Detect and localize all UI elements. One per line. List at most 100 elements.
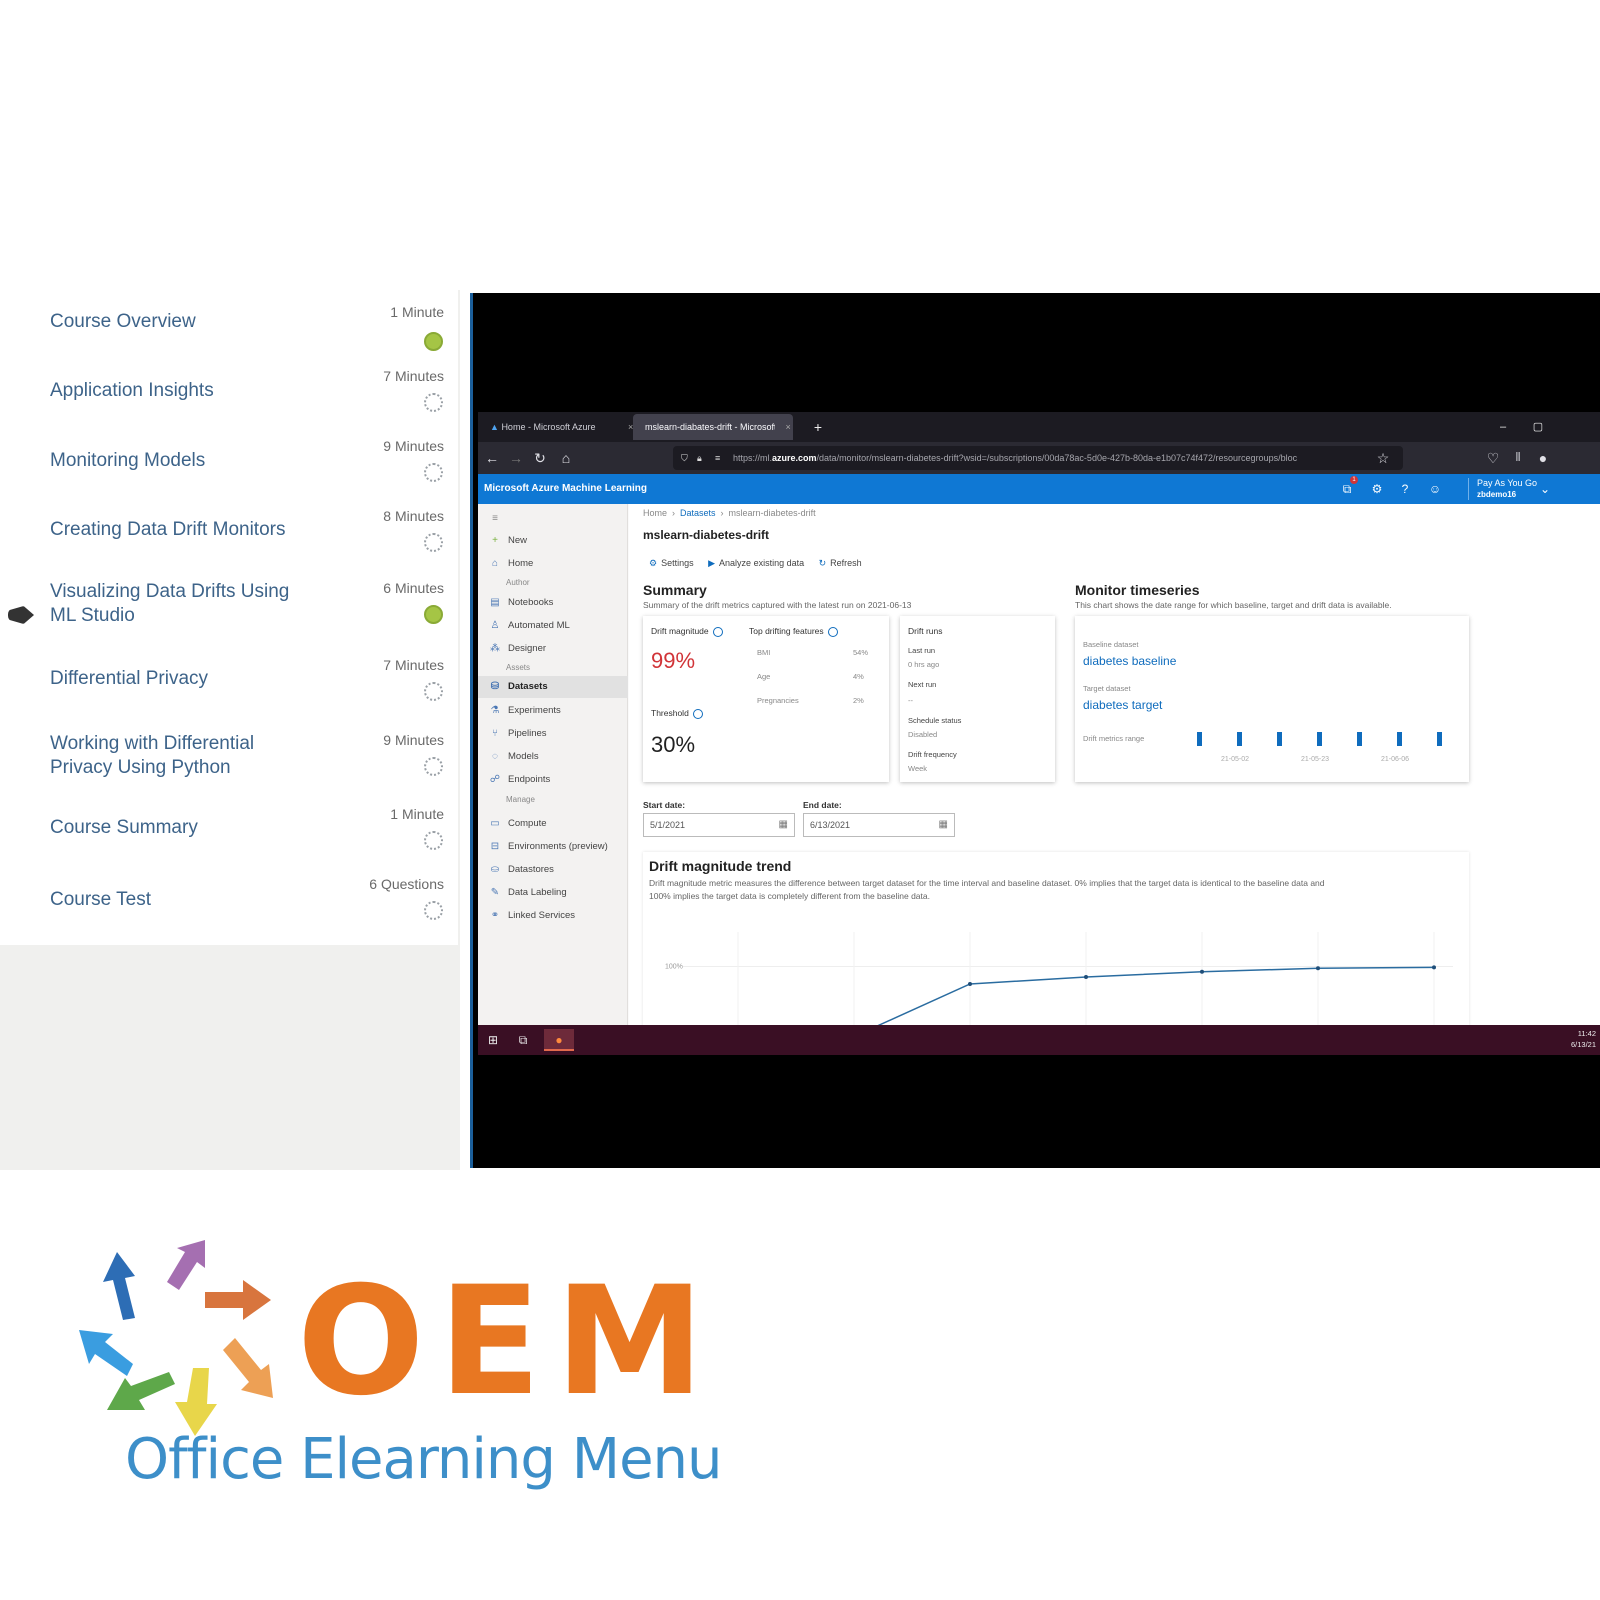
- baseline-dataset-label: Baseline dataset: [1083, 640, 1139, 649]
- pocket-icon[interactable]: ♡: [1483, 448, 1503, 468]
- start-date-label: Start date:: [643, 800, 686, 810]
- sidebar-item-new[interactable]: + New: [478, 530, 628, 552]
- system-clock[interactable]: 11:42 6/13/21: [1571, 1028, 1596, 1050]
- sidebar-item-environments[interactable]: ⊟ Environments (preview): [478, 836, 628, 858]
- data-labeling-icon: ✎: [490, 887, 500, 898]
- trend-point[interactable]: [1432, 965, 1436, 970]
- url-bar[interactable]: ⛉ 🔒︎ ≡ https://ml.azure.com/data/monitor…: [673, 446, 1403, 470]
- lesson-item[interactable]: Course Overview 1 Minute: [0, 298, 458, 368]
- sidebar-item-datasets[interactable]: ⛁ Datasets: [478, 676, 628, 698]
- sidebar-item-experiments[interactable]: ⚗ Experiments: [478, 700, 628, 722]
- feedback-icon[interactable]: ☺: [1426, 480, 1444, 498]
- drift-metric-bar: [1277, 732, 1282, 746]
- calendar-icon[interactable]: ▦: [779, 814, 788, 836]
- library-icon[interactable]: ⫼: [1508, 448, 1528, 468]
- sidebar-item-datastores[interactable]: ⛀ Datastores: [478, 859, 628, 881]
- course-outline: Course Overview 1 Minute Application Ins…: [0, 290, 458, 945]
- bookmark-star-icon[interactable]: ☆: [1373, 448, 1393, 468]
- trend-point[interactable]: [968, 982, 972, 986]
- sidebar-item-data-labeling[interactable]: ✎ Data Labeling: [478, 882, 628, 904]
- lesson-item[interactable]: Course Test 6 Questions: [0, 876, 458, 946]
- refresh-button[interactable]: ↻ Refresh: [819, 558, 862, 568]
- lesson-duration: 9 Minutes: [383, 732, 444, 748]
- firefox-icon[interactable]: ●: [544, 1029, 574, 1051]
- completed-icon: [424, 332, 443, 351]
- help-icon[interactable]: ?: [1396, 480, 1414, 498]
- arrow-lightblue-left-icon: [79, 1330, 133, 1376]
- settings-icon[interactable]: ⚙: [1368, 480, 1386, 498]
- models-icon: ◌: [492, 751, 498, 762]
- start-date-picker[interactable]: 5/1/2021 ▦: [643, 813, 795, 837]
- info-icon[interactable]: [692, 708, 703, 719]
- analyze-existing-data-button[interactable]: ▶ Analyze existing data: [708, 558, 804, 568]
- sidebar-item-home[interactable]: ⌂ Home: [478, 553, 628, 575]
- info-icon[interactable]: [827, 626, 838, 637]
- sidebar-section-manage: Manage: [506, 795, 535, 804]
- lesson-item[interactable]: Creating Data Drift Monitors 8 Minutes: [0, 508, 458, 578]
- breadcrumb-datasets[interactable]: Datasets: [680, 508, 716, 518]
- reload-icon[interactable]: ↻: [530, 448, 550, 468]
- sidebar-item-compute[interactable]: ▭ Compute: [478, 813, 628, 835]
- not-started-icon: [424, 533, 443, 552]
- pipelines-icon: ⑂: [492, 728, 498, 739]
- lesson-item[interactable]: Monitoring Models 9 Minutes: [0, 438, 458, 508]
- feature-name: Age: [757, 672, 771, 681]
- sidebar-item-models[interactable]: ◌ Models: [478, 746, 628, 768]
- close-tab-icon[interactable]: ×: [786, 422, 791, 432]
- calendar-icon[interactable]: ▦: [939, 814, 948, 836]
- notifications-icon[interactable]: ⧉ 1: [1338, 476, 1358, 498]
- trend-point[interactable]: [1200, 969, 1204, 974]
- tab-label: mslearn-diabates-drift - Microsoft: [645, 422, 775, 432]
- button-label: Settings: [661, 558, 694, 568]
- sidebar-item-linked-services[interactable]: ⚭ Linked Services: [478, 905, 628, 927]
- settings-icon: ⚙: [649, 558, 658, 568]
- end-date-label: End date:: [803, 800, 842, 810]
- browser-tab[interactable]: ▲ Home - Microsoft Azure ×: [478, 414, 633, 440]
- minimize-button[interactable]: –: [1488, 412, 1518, 442]
- sidebar-item-label: Environments (preview): [508, 841, 608, 852]
- end-date-picker[interactable]: 6/13/2021 ▦: [803, 813, 955, 837]
- subscription-selector[interactable]: Pay As You Go zbdemo16: [1468, 478, 1537, 500]
- lesson-item-current[interactable]: Visualizing Data Drifts Using ML Studio …: [0, 580, 458, 650]
- drift-metric-bar: [1237, 732, 1242, 746]
- oem-wordmark: OEM: [297, 1255, 719, 1429]
- settings-button[interactable]: ⚙ Settings: [649, 558, 694, 568]
- windows-start-icon[interactable]: ⊞: [478, 1029, 508, 1051]
- tab-label: Home - Microsoft Azure: [501, 422, 596, 432]
- arrow-green-left-icon: [107, 1372, 175, 1410]
- threshold-value: 30%: [651, 732, 696, 757]
- lesson-duration: 6 Minutes: [383, 580, 444, 596]
- new-tab-button[interactable]: +: [803, 412, 833, 442]
- task-view-icon[interactable]: ⧉: [508, 1029, 538, 1051]
- breadcrumb-home[interactable]: Home: [643, 508, 667, 518]
- target-dataset-link[interactable]: diabetes target: [1083, 698, 1162, 712]
- drift-runs-title: Drift runs: [908, 626, 943, 636]
- sidebar-item-notebooks[interactable]: ▤ Notebooks: [478, 592, 628, 614]
- sidebar-item-designer[interactable]: ⁂ Designer: [478, 638, 628, 660]
- not-started-icon: [424, 757, 443, 776]
- trend-description: 100% implies the target data is complete…: [649, 891, 930, 901]
- lesson-item[interactable]: Differential Privacy 7 Minutes: [0, 657, 458, 727]
- hamburger-menu-icon[interactable]: ≡: [478, 508, 628, 524]
- browser-tab-active[interactable]: mslearn-diabates-drift - Microsoft ×: [633, 414, 793, 440]
- lesson-duration: 9 Minutes: [383, 438, 444, 454]
- info-icon[interactable]: [712, 626, 723, 637]
- chevron-down-icon[interactable]: ⌄: [1536, 480, 1554, 498]
- lesson-item[interactable]: Working with Differential Privacy Using …: [0, 732, 458, 802]
- sidebar-item-pipelines[interactable]: ⑂ Pipelines: [478, 723, 628, 745]
- trend-point[interactable]: [1084, 975, 1088, 979]
- account-icon[interactable]: ●: [1533, 448, 1553, 468]
- sidebar-item-endpoints[interactable]: ☍ Endpoints: [478, 769, 628, 791]
- restore-button[interactable]: ▢: [1523, 412, 1553, 442]
- trend-point[interactable]: [1316, 966, 1320, 971]
- home-icon[interactable]: ⌂: [556, 448, 576, 468]
- forward-icon[interactable]: →: [506, 448, 526, 468]
- sidebar-item-automated-ml[interactable]: ♙ Automated ML: [478, 615, 628, 637]
- trend-heading: Drift magnitude trend: [649, 858, 792, 874]
- lesson-item[interactable]: Application Insights 7 Minutes: [0, 368, 458, 438]
- drift-metric-bar: [1317, 732, 1322, 746]
- baseline-dataset-link[interactable]: diabetes baseline: [1083, 654, 1176, 668]
- app-title[interactable]: Microsoft Azure Machine Learning: [484, 474, 647, 504]
- lesson-item[interactable]: Course Summary 1 Minute: [0, 806, 458, 876]
- back-icon[interactable]: ←: [482, 448, 502, 468]
